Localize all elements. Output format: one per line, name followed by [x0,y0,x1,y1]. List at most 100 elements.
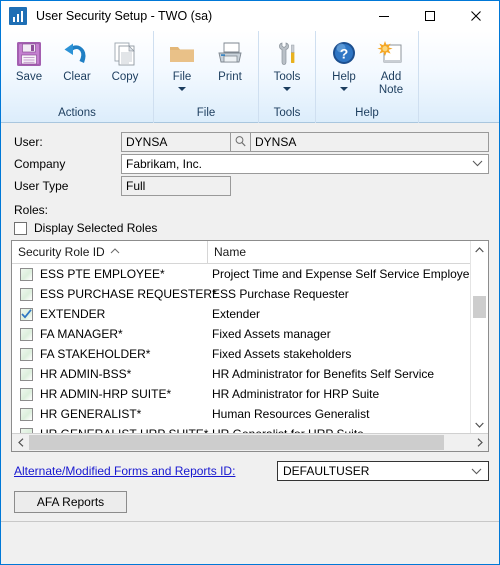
role-id-cell: HR ADMIN-BSS* [12,367,208,381]
save-button[interactable]: Save [5,35,53,84]
scroll-right-button[interactable] [471,434,488,451]
role-checkbox[interactable] [20,427,33,433]
printer-icon [215,37,245,71]
magnifier-lookup-icon[interactable] [231,131,251,152]
user-row: User: DYNSA DYNSA [11,131,489,152]
table-row[interactable]: EXTENDER Extender [12,304,470,324]
roles-grid: Security Role ID Name ESS PTE EMPLOYEE* P… [11,240,489,452]
user-name-field[interactable]: DYNSA [251,131,489,152]
horizontal-scroll-track[interactable] [29,434,471,451]
alternate-forms-link[interactable]: Alternate/Modified Forms and Reports ID: [11,464,235,478]
role-id-cell: FA MANAGER* [12,327,208,341]
role-name-cell: Extender [212,307,261,321]
table-row[interactable]: ESS PURCHASE REQUESTER* ESS Purchase Requ… [12,284,470,304]
role-checkbox[interactable] [20,307,33,321]
display-selected-roles-checkbox[interactable] [14,221,27,235]
roles-grid-horizontal-scrollbar[interactable] [12,433,488,451]
sort-ascending-icon [110,243,120,257]
role-checkbox[interactable] [20,287,33,301]
role-id-cell: FA STAKEHOLDER* [12,347,208,361]
role-id-label: FA STAKEHOLDER* [40,347,151,361]
table-row[interactable]: ESS PTE EMPLOYEE* Project Time and Expens… [12,264,470,284]
ribbon-empty-area [419,31,499,122]
chevron-down-icon [472,155,483,173]
bottom-section: Alternate/Modified Forms and Reports ID:… [1,452,499,513]
company-label: Company [14,156,66,171]
scroll-down-button[interactable] [471,416,488,433]
add-note-button[interactable]: Add Note [368,35,414,97]
table-row[interactable]: HR GENERALIST-HRP SUITE*HR Generalist fo… [12,424,470,433]
table-row[interactable]: HR ADMIN-HRP SUITE* HR Administrator for … [12,384,470,404]
role-name-cell: Fixed Assets stakeholders [212,347,352,361]
roles-section: Roles: Display Selected Roles Security R… [1,197,499,452]
role-id-label: ESS PURCHASE REQUESTER* [40,287,217,301]
roles-grid-main: Security Role ID Name ESS PTE EMPLOYEE* P… [12,241,470,433]
clear-button[interactable]: Clear [53,35,101,84]
display-selected-roles-row[interactable]: Display Selected Roles [11,221,489,235]
copy-button[interactable]: Copy [101,35,149,84]
role-checkbox[interactable] [20,367,33,381]
role-checkbox[interactable] [20,327,33,341]
chevron-down-icon[interactable] [283,87,291,91]
file-button-label: File [172,71,192,83]
chevron-down-icon [471,462,482,480]
alternate-forms-dropdown[interactable]: DEFAULTUSER [277,461,489,481]
roles-grid-vertical-scrollbar[interactable] [470,241,488,433]
table-row[interactable]: HR ADMIN-BSS* HR Administrator for Benefi… [12,364,470,384]
svg-text:?: ? [340,46,349,62]
afa-reports-row: AFA Reports [11,491,489,513]
minimize-button[interactable] [361,1,407,31]
roles-grid-body: ESS PTE EMPLOYEE* Project Time and Expens… [12,264,470,433]
column-header-security-role-id-label: Security Role ID [18,245,105,259]
role-checkbox[interactable] [20,387,33,401]
file-button[interactable]: File [158,35,206,91]
role-id-cell: HR ADMIN-HRP SUITE* [12,387,208,401]
role-id-cell: ESS PTE EMPLOYEE* [12,267,208,281]
ribbon-group-file-label: File [196,107,216,119]
maximize-button[interactable] [407,1,453,31]
display-selected-roles-label: Display Selected Roles [34,221,158,235]
tools-button-label: Tools [273,71,301,83]
vertical-scroll-thumb[interactable] [473,296,486,318]
copy-documents-icon [110,37,140,71]
close-button[interactable] [453,1,499,31]
horizontal-scroll-thumb[interactable] [29,435,445,450]
copy-button-label: Copy [111,71,139,83]
scroll-left-button[interactable] [12,434,29,451]
folder-icon [167,37,197,71]
scroll-up-button[interactable] [471,241,488,258]
help-button-label: Help [332,71,356,83]
role-name-cell: Project Time and Expense Self Service Em… [212,267,470,281]
user-type-field: Full [121,175,231,196]
table-row[interactable]: HR GENERALIST* Human Resources Generalist [12,404,470,424]
chevron-down-icon[interactable] [178,87,186,91]
chevron-down-icon[interactable] [340,87,348,91]
save-button-label: Save [15,71,43,83]
add-note-button-label: Add Note [378,71,404,96]
print-button[interactable]: Print [206,35,254,84]
table-row[interactable]: FA STAKEHOLDER* Fixed Assets stakeholders [12,344,470,364]
window-title: User Security Setup - TWO (sa) [36,9,213,23]
role-name-cell: Human Resources Generalist [212,407,370,421]
role-id-label: EXTENDER [40,307,106,321]
ribbon-group-tools: Tools Tools [259,31,316,123]
tools-button[interactable]: Tools [263,35,311,91]
role-id-cell: HR GENERALIST* [12,407,208,421]
user-id-field[interactable]: DYNSA [121,131,231,152]
role-checkbox[interactable] [20,267,33,281]
role-id-label: HR ADMIN-BSS* [40,367,132,381]
role-id-cell: EXTENDER [12,307,208,321]
title-bar: User Security Setup - TWO (sa) [1,1,499,31]
role-checkbox[interactable] [20,347,33,361]
column-header-security-role-id[interactable]: Security Role ID [12,241,208,263]
caption-buttons [361,1,499,31]
role-checkbox[interactable] [20,407,33,421]
role-id-label: HR ADMIN-HRP SUITE* [40,387,172,401]
afa-reports-button[interactable]: AFA Reports [14,491,127,513]
column-header-name-label: Name [214,245,247,259]
company-dropdown[interactable]: Fabrikam, Inc. [121,153,489,174]
column-header-name[interactable]: Name [208,241,470,263]
help-button[interactable]: ? Help [320,35,368,91]
table-row[interactable]: FA MANAGER* Fixed Assets manager [12,324,470,344]
vertical-scroll-track[interactable] [471,258,488,416]
